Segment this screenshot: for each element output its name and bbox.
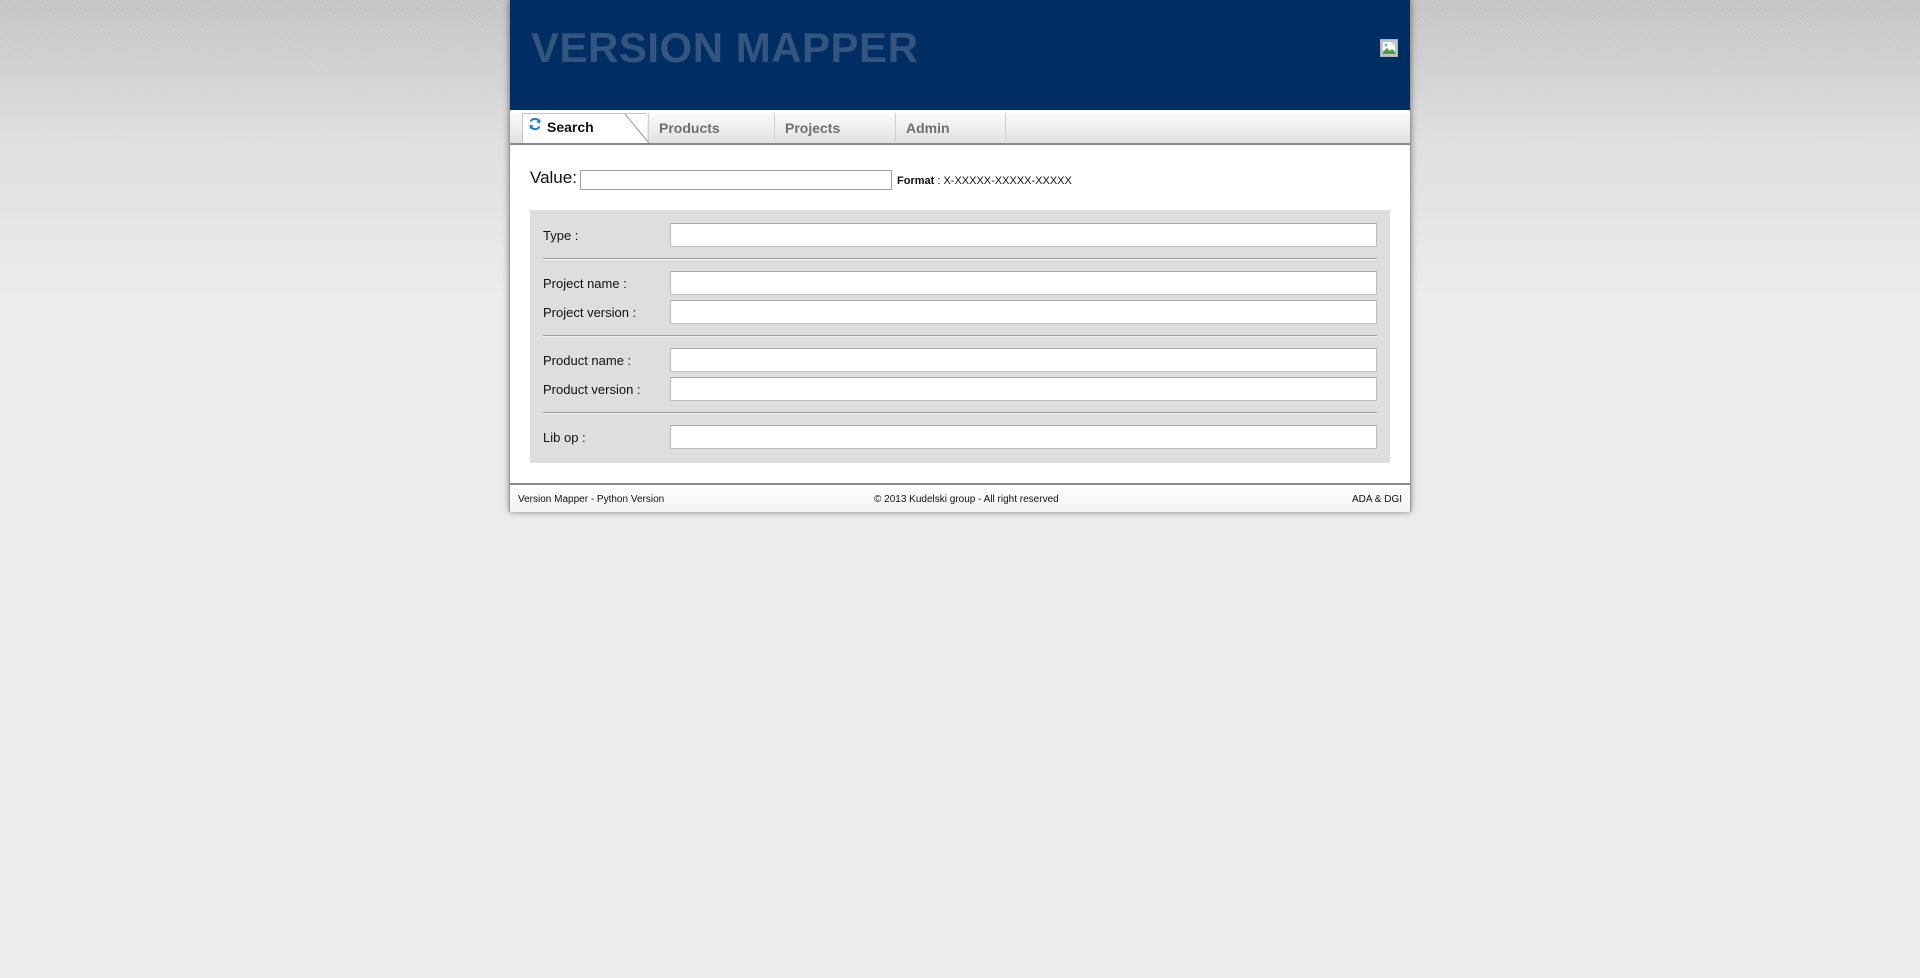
type-field[interactable] xyxy=(670,223,1377,247)
page-container: VERSION MAPPER Search Products Projects … xyxy=(509,0,1411,512)
project-name-field[interactable] xyxy=(670,271,1377,295)
footer-credits: ADA & DGI xyxy=(1351,494,1402,505)
divider xyxy=(543,412,1377,414)
tab-projects-label: Projects xyxy=(785,120,841,136)
type-label: Type : xyxy=(543,228,579,243)
footer: Version Mapper - Python Version © 2013 K… xyxy=(510,483,1410,512)
tab-products-label: Products xyxy=(659,120,720,136)
app-title: VERSION MAPPER xyxy=(531,24,919,71)
details-panel: Type : Project name : Project version : … xyxy=(530,210,1390,463)
format-hint: Format : X-XXXXX-XXXXX-XXXXX xyxy=(897,175,1072,187)
divider xyxy=(543,258,1377,260)
product-version-label: Product version : xyxy=(543,382,641,397)
format-value: : X-XXXXX-XXXXX-XXXXX xyxy=(937,175,1072,187)
header: VERSION MAPPER xyxy=(510,0,1410,110)
broken-image-icon xyxy=(1380,39,1398,57)
lib-op-label: Lib op : xyxy=(543,430,586,445)
lib-op-field[interactable] xyxy=(670,425,1377,449)
tab-admin-label: Admin xyxy=(906,120,950,136)
value-input[interactable] xyxy=(580,170,892,190)
divider xyxy=(543,335,1377,337)
tab-projects[interactable]: Projects xyxy=(774,113,895,141)
product-name-field[interactable] xyxy=(670,348,1377,372)
project-name-label: Project name : xyxy=(543,276,627,291)
project-version-label: Project version : xyxy=(543,305,637,320)
product-name-label: Product name : xyxy=(543,353,632,368)
product-version-field[interactable] xyxy=(670,377,1377,401)
tab-bar: Search Products Projects Admin xyxy=(510,113,1410,145)
tab-slant xyxy=(621,113,650,144)
tab-products[interactable]: Products xyxy=(648,113,774,141)
project-version-field[interactable] xyxy=(670,300,1377,324)
format-label: Format xyxy=(897,175,935,187)
refresh-icon xyxy=(528,113,542,140)
value-label: Value: xyxy=(530,168,577,187)
tab-admin[interactable]: Admin xyxy=(895,113,1006,141)
footer-app-version: Version Mapper - Python Version xyxy=(518,494,665,505)
footer-copyright: © 2013 Kudelski group - All right reserv… xyxy=(874,494,1059,505)
tab-search-label: Search xyxy=(547,119,594,135)
